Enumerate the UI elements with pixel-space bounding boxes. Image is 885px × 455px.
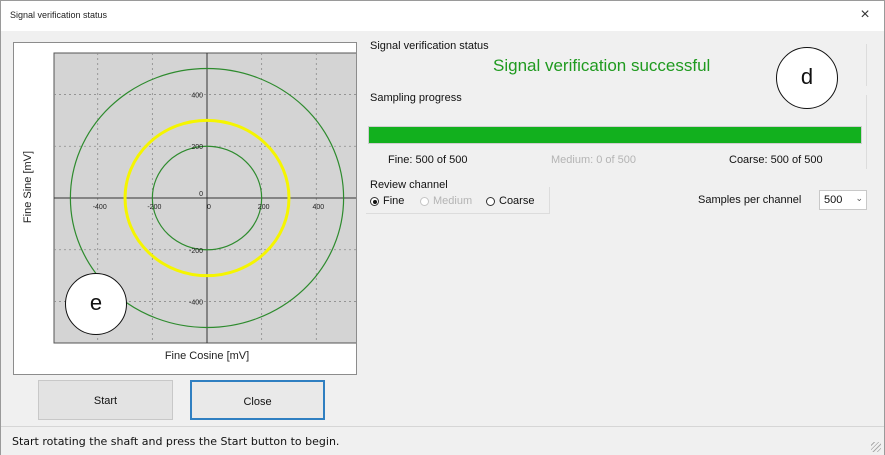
resize-grip-icon[interactable] — [871, 442, 881, 452]
callout-e: e — [65, 273, 127, 335]
plot-canvas: -400 -200 0 200 400 400 200 -200 -400 0 — [53, 52, 356, 344]
verification-status-label: Signal verification status — [370, 40, 489, 52]
samples-per-channel-select[interactable]: 500 ⌄ — [819, 190, 867, 210]
y-tick-label-4: -400 — [189, 300, 203, 307]
x-tick-label-3: 200 — [258, 204, 270, 211]
sampling-progress-bar — [368, 126, 862, 144]
client-area: -400 -200 0 200 400 400 200 -200 -400 0 Fine Sine… — [1, 31, 884, 455]
title-bar: Signal verification status × — [1, 1, 884, 31]
sampling-progress-fill — [369, 127, 861, 143]
verification-message: Signal verification successful — [493, 56, 711, 75]
close-icon[interactable]: × — [856, 6, 874, 24]
x-tick-label-1: -200 — [147, 204, 161, 211]
sampling-progress-label: Sampling progress — [370, 92, 462, 104]
radio-coarse[interactable] — [486, 197, 495, 206]
plot-y-axis-label: Fine Sine [mV] — [22, 150, 34, 224]
samples-per-channel-label: Samples per channel — [698, 194, 802, 206]
radio-coarse-label[interactable]: Coarse — [499, 195, 534, 207]
coarse-count: Coarse: 500 of 500 — [729, 154, 823, 166]
review-channel-label: Review channel — [370, 179, 448, 191]
signal-verification-window: Signal verification status × -400 -200 0 20… — [0, 0, 885, 455]
medium-count: Medium: 0 of 500 — [551, 154, 636, 166]
y-tick-label-0: 400 — [191, 92, 203, 99]
lissajous-plot: -400 -200 0 200 400 400 200 -200 -400 0 Fine Sine… — [13, 42, 357, 375]
y-tick-label-1: 200 — [191, 144, 203, 151]
fine-count: Fine: 500 of 500 — [388, 154, 468, 166]
radio-fine-label[interactable]: Fine — [383, 195, 404, 207]
window-title: Signal verification status — [10, 10, 108, 20]
radio-fine[interactable] — [370, 197, 379, 206]
radio-medium[interactable] — [420, 197, 429, 206]
samples-per-channel-value: 500 — [824, 194, 843, 206]
y-tick-label-zero: 0 — [199, 191, 203, 198]
x-tick-label-4: 400 — [312, 204, 324, 211]
plot-x-axis-label: Fine Cosine [mV] — [164, 350, 250, 362]
x-tick-label-2: 0 — [207, 204, 211, 211]
y-tick-label-3: -200 — [189, 248, 203, 255]
radio-medium-label[interactable]: Medium — [433, 195, 472, 207]
x-tick-label-0: -400 — [93, 204, 107, 211]
close-button[interactable]: Close — [190, 380, 325, 420]
chevron-down-icon: ⌄ — [855, 193, 863, 203]
start-button[interactable]: Start — [38, 380, 173, 420]
status-bar-text: Start rotating the shaft and press the S… — [12, 435, 340, 448]
status-bar: Start rotating the shaft and press the S… — [1, 426, 884, 455]
